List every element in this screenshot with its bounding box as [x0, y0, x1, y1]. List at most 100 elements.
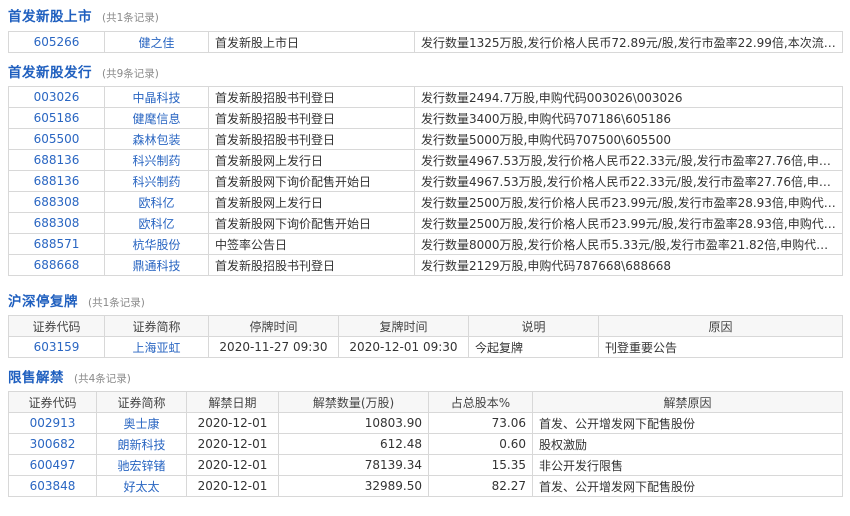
stock-name[interactable]: 欧科亿	[104, 212, 209, 234]
stock-name[interactable]: 森林包装	[104, 128, 209, 150]
share-percent: 15.35	[428, 454, 533, 476]
suspend-time: 2020-11-27 09:30	[208, 336, 339, 358]
stock-code[interactable]: 003026	[8, 86, 105, 108]
stock-name-link[interactable]: 欧科亿	[138, 196, 174, 210]
column-header: 占总股本%	[428, 391, 533, 413]
stock-code[interactable]: 688136	[8, 149, 105, 171]
stock-code-link[interactable]: 603159	[34, 340, 80, 354]
stock-name[interactable]: 朗新科技	[96, 433, 187, 455]
stock-code-link[interactable]: 003026	[34, 90, 80, 104]
event-detail: 发行数量5000万股,申购代码707500\605500	[414, 128, 843, 150]
stock-name-link[interactable]: 健之佳	[138, 36, 174, 50]
stock-code[interactable]: 605500	[8, 128, 105, 150]
stock-name-link[interactable]: 森林包装	[132, 133, 180, 147]
stock-code-link[interactable]: 605186	[34, 111, 80, 125]
stock-name-link[interactable]: 奥士康	[123, 417, 159, 431]
column-header: 证券代码	[8, 315, 105, 337]
event-type: 首发新股网下询价配售开始日	[208, 212, 415, 234]
stock-code[interactable]: 603159	[8, 336, 105, 358]
stock-name-link[interactable]: 健麾信息	[132, 112, 180, 126]
column-header: 解禁数量(万股)	[278, 391, 429, 413]
table-row: 300682 朗新科技 2020-12-01 612.48 0.60 股权激励	[8, 433, 843, 455]
table-row: 688668 鼎通科技 首发新股招股书刊登日 发行数量2129万股,申购代码78766…	[8, 254, 843, 276]
unlock-date: 2020-12-01	[186, 475, 279, 497]
stock-name[interactable]: 奥士康	[96, 412, 187, 434]
unlock-reason: 首发、公开增发网下配售股份	[532, 412, 843, 434]
column-header: 证券简称	[104, 315, 209, 337]
suspension-table: 证券代码 证券简称 停牌时间 复牌时间 说明 原因 603159 上海亚虹 2020-11-2…	[8, 315, 843, 358]
column-header: 解禁原因	[532, 391, 843, 413]
table-row: 603848 好太太 2020-12-01 32989.50 82.27 首发、公开增发网…	[8, 475, 843, 497]
stock-name-link[interactable]: 杭华股份	[132, 238, 180, 252]
stock-code-link[interactable]: 688136	[34, 153, 80, 167]
stock-name-link[interactable]: 欧科亿	[138, 217, 174, 231]
stock-name-link[interactable]: 驰宏锌锗	[117, 459, 165, 473]
event-detail: 发行数量2500万股,发行价格人民币23.99元/股,发行市盈率28.93倍,申…	[414, 191, 843, 213]
stock-name[interactable]: 杭华股份	[104, 233, 209, 255]
stock-code-link[interactable]: 688136	[34, 174, 80, 188]
stock-name-link[interactable]: 鼎通科技	[132, 259, 180, 273]
table-row: 600497 驰宏锌锗 2020-12-01 78139.34 15.35 非公开发行限售	[8, 454, 843, 476]
stock-code[interactable]: 688668	[8, 254, 105, 276]
table-row: 605266 健之佳 首发新股上市日 发行数量1325万股,发行价格人民币72.89元…	[8, 31, 843, 53]
stock-code[interactable]: 605186	[8, 107, 105, 129]
stock-name-link[interactable]: 科兴制药	[132, 154, 180, 168]
stock-code[interactable]: 688136	[8, 170, 105, 192]
table-row: 003026 中晶科技 首发新股招股书刊登日 发行数量2494.7万股,申购代码003…	[8, 86, 843, 108]
stock-name[interactable]: 健之佳	[104, 31, 209, 53]
stock-name[interactable]: 欧科亿	[104, 191, 209, 213]
stock-name[interactable]: 上海亚虹	[104, 336, 209, 358]
event-type: 中签率公告日	[208, 233, 415, 255]
stock-code-link[interactable]: 002913	[30, 416, 76, 430]
unlock-quantity: 32989.50	[278, 475, 429, 497]
stock-code[interactable]: 688308	[8, 191, 105, 213]
stock-code[interactable]: 002913	[8, 412, 97, 434]
event-detail: 发行数量3400万股,申购代码707186\605186	[414, 107, 843, 129]
event-detail: 发行数量8000万股,发行价格人民币5.33元/股,发行市盈率21.82倍,申购…	[414, 233, 843, 255]
section-header-issuance: 首发新股发行 (共9条记录)	[8, 61, 159, 81]
stock-code[interactable]: 688571	[8, 233, 105, 255]
stock-code-link[interactable]: 605266	[34, 35, 80, 49]
stock-code-link[interactable]: 605500	[34, 132, 80, 146]
event-type: 首发新股招股书刊登日	[208, 254, 415, 276]
column-header: 证券简称	[96, 391, 187, 413]
stock-name[interactable]: 健麾信息	[104, 107, 209, 129]
stock-name[interactable]: 鼎通科技	[104, 254, 209, 276]
stock-code-link[interactable]: 603848	[30, 479, 76, 493]
stock-name[interactable]: 科兴制药	[104, 170, 209, 192]
stock-code[interactable]: 300682	[8, 433, 97, 455]
stock-code[interactable]: 600497	[8, 454, 97, 476]
stock-name[interactable]: 好太太	[96, 475, 187, 497]
unlock-reason: 股权激励	[532, 433, 843, 455]
unlock-quantity: 612.48	[278, 433, 429, 455]
stock-name-link[interactable]: 朗新科技	[117, 438, 165, 452]
stock-name-link[interactable]: 科兴制药	[132, 175, 180, 189]
stock-name-link[interactable]: 中晶科技	[132, 91, 180, 105]
record-count: (共9条记录)	[102, 68, 159, 80]
unlock-reason: 非公开发行限售	[532, 454, 843, 476]
table-row: 605500 森林包装 首发新股招股书刊登日 发行数量5000万股,申购代码70750…	[8, 128, 843, 150]
stock-code-link[interactable]: 300682	[30, 437, 76, 451]
column-header: 复牌时间	[338, 315, 469, 337]
table-row: 688136 科兴制药 首发新股网下询价配售开始日 发行数量4967.53万股,发行价…	[8, 170, 843, 192]
column-header: 说明	[468, 315, 599, 337]
stock-name[interactable]: 中晶科技	[104, 86, 209, 108]
stock-code-link[interactable]: 688308	[34, 216, 80, 230]
share-percent: 0.60	[428, 433, 533, 455]
stock-name[interactable]: 科兴制药	[104, 149, 209, 171]
unlock-date: 2020-12-01	[186, 412, 279, 434]
stock-code[interactable]: 688308	[8, 212, 105, 234]
stock-code-link[interactable]: 600497	[30, 458, 76, 472]
stock-code[interactable]: 605266	[8, 31, 105, 53]
stock-name-link[interactable]: 好太太	[123, 480, 159, 494]
stock-code-link[interactable]: 688571	[34, 237, 80, 251]
stock-code[interactable]: 603848	[8, 475, 97, 497]
event-detail: 发行数量4967.53万股,发行价格人民币22.33元/股,发行市盈率27.76…	[414, 170, 843, 192]
stock-code-link[interactable]: 688668	[34, 258, 80, 272]
stock-name[interactable]: 驰宏锌锗	[96, 454, 187, 476]
section-title: 首发新股上市	[8, 9, 92, 25]
stock-code-link[interactable]: 688308	[34, 195, 80, 209]
note: 今起复牌	[468, 336, 599, 358]
table-row: 605186 健麾信息 首发新股招股书刊登日 发行数量3400万股,申购代码70718…	[8, 107, 843, 129]
stock-name-link[interactable]: 上海亚虹	[132, 341, 180, 355]
